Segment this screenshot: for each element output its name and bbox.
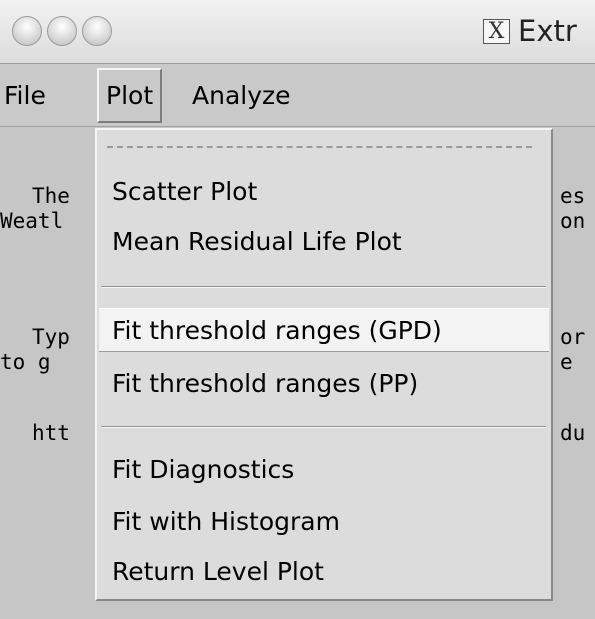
bg-text-line: or <box>560 325 586 349</box>
menu-separator <box>101 286 546 288</box>
menu-item-fit-threshold-gpd[interactable]: Fit threshold ranges (GPD) <box>99 308 549 352</box>
menu-item-fit-with-histogram[interactable]: Fit with Histogram <box>99 500 549 544</box>
menu-separator <box>101 426 546 428</box>
zoom-window-icon[interactable] <box>82 16 112 46</box>
window-title: Extr <box>518 14 577 48</box>
menu-file[interactable]: File <box>0 68 53 123</box>
tearoff-line[interactable] <box>107 146 532 148</box>
menu-item-scatter-plot[interactable]: Scatter Plot <box>99 170 549 214</box>
menu-item-fit-threshold-pp[interactable]: Fit threshold ranges (PP) <box>99 362 549 406</box>
bg-text-line: es <box>560 184 586 208</box>
minimize-window-icon[interactable] <box>47 16 77 46</box>
bg-text-line: The <box>32 184 70 208</box>
bg-text-line: on <box>560 209 586 233</box>
bg-text-line: to g <box>0 350 51 374</box>
x11-icon: X <box>483 19 510 44</box>
menu-bar: File Plot Analyze <box>0 64 595 127</box>
menu-analyze[interactable]: Analyze <box>188 68 298 123</box>
bg-text-line: du <box>560 421 586 445</box>
menu-item-mean-residual-life-plot[interactable]: Mean Residual Life Plot <box>99 220 549 264</box>
plot-dropdown-menu: Scatter Plot Mean Residual Life Plot Fit… <box>95 128 553 601</box>
close-window-icon[interactable] <box>12 16 42 46</box>
menu-plot[interactable]: Plot <box>97 68 163 123</box>
bg-text-line: e <box>560 350 573 374</box>
menu-item-fit-diagnostics[interactable]: Fit Diagnostics <box>99 448 549 492</box>
bg-text-line: Typ <box>32 325 70 349</box>
bg-text-line: Weatl <box>0 209 64 233</box>
bg-text-line: htt <box>32 421 70 445</box>
menu-item-return-level-plot[interactable]: Return Level Plot <box>99 550 549 594</box>
title-bar: X Extr <box>0 0 595 64</box>
